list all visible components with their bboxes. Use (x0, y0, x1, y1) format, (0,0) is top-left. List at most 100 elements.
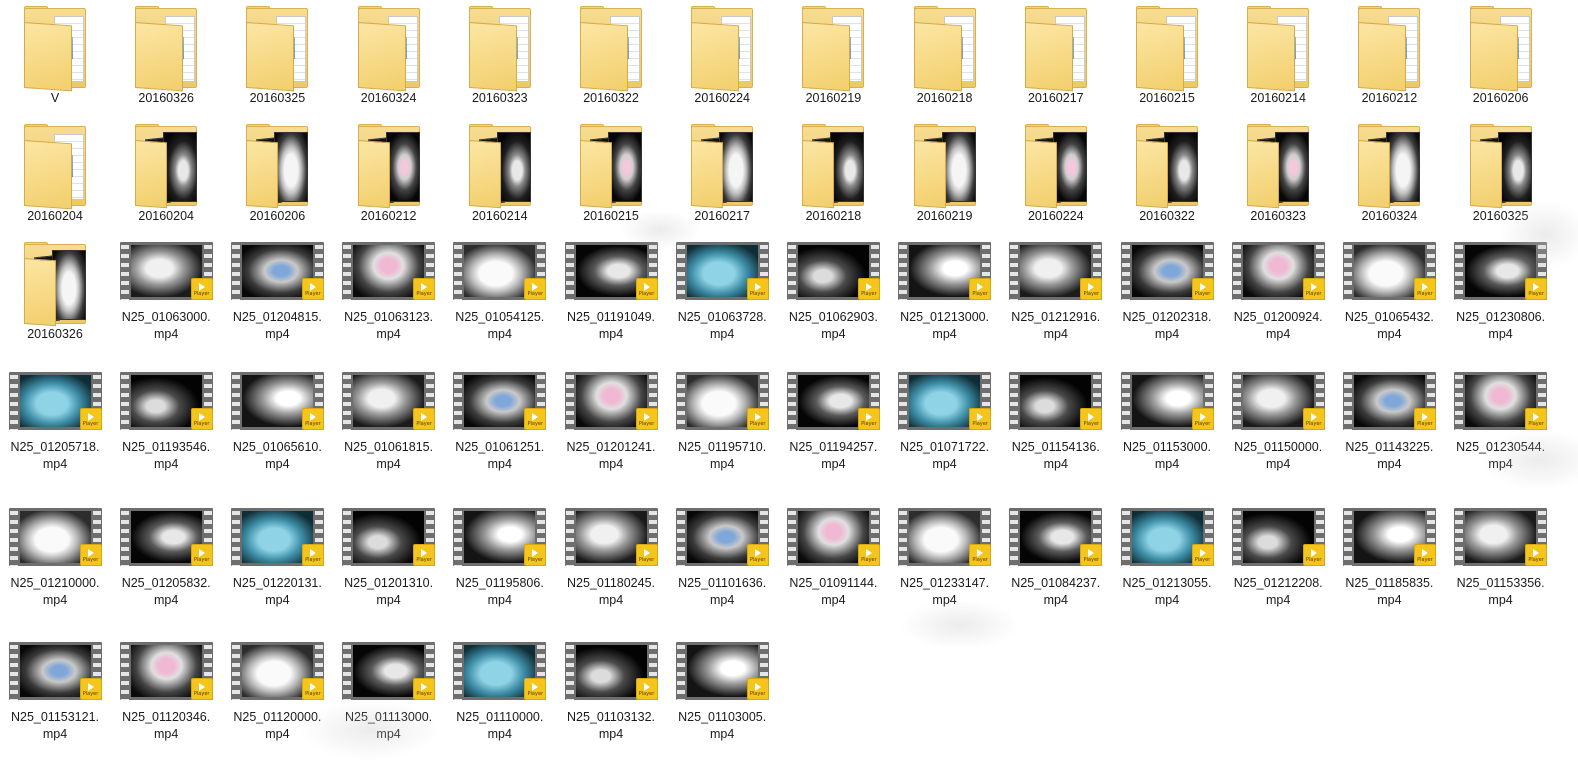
video-file-item[interactable]: Player N25_01233147. mp4 (890, 508, 1000, 609)
folder-item[interactable]: 20160224 (667, 6, 777, 107)
folder-item[interactable]: 20160323 (445, 6, 555, 107)
player-badge-text: Player (305, 690, 321, 697)
video-file-item[interactable]: Player N25_01120000. mp4 (222, 642, 332, 743)
folder-item[interactable]: 20160325 (1446, 124, 1556, 225)
folder-item[interactable]: 20160322 (556, 6, 666, 107)
video-file-item[interactable]: Player N25_01061815. mp4 (334, 372, 444, 473)
video-file-item[interactable]: Player N25_01063123. mp4 (334, 242, 444, 343)
video-file-item[interactable]: Player N25_01204815. mp4 (222, 242, 332, 343)
folder-item[interactable]: 20160218 (778, 124, 888, 225)
folder-item[interactable]: 20160217 (1001, 6, 1111, 107)
video-thumbnail-icon: Player (1009, 372, 1103, 430)
folder-name: 20160219 (916, 209, 973, 223)
video-file-item[interactable]: Player N25_01091144. mp4 (778, 508, 888, 609)
video-file-item[interactable]: Player N25_01062903. mp4 (778, 242, 888, 343)
video-file-item[interactable]: Player N25_01054125. mp4 (445, 242, 555, 343)
video-file-item[interactable]: Player N25_01230806. mp4 (1446, 242, 1556, 343)
video-file-item[interactable]: Player N25_01061251. mp4 (445, 372, 555, 473)
video-file-item[interactable]: Player N25_01065432. mp4 (1334, 242, 1444, 343)
folder-item[interactable]: 20160204 (111, 124, 221, 225)
folder-item[interactable]: 20160206 (1446, 6, 1556, 107)
video-file-item[interactable]: Player N25_01212916. mp4 (1001, 242, 1111, 343)
video-thumbnail-icon: Player (898, 508, 992, 566)
folder-name: 20160322 (583, 91, 639, 105)
video-file-item[interactable]: Player N25_01195710. mp4 (667, 372, 777, 473)
folder-item[interactable]: 20160214 (1223, 6, 1333, 107)
folder-item[interactable]: 20160204 (0, 124, 110, 225)
folder-item[interactable]: 20160224 (1001, 124, 1111, 225)
folder-item[interactable]: 20160206 (222, 124, 332, 225)
video-file-item[interactable]: Player N25_01153356. mp4 (1446, 508, 1556, 609)
video-file-item[interactable]: Player N25_01154136. mp4 (1001, 372, 1111, 473)
folder-item[interactable]: 20160326 (0, 242, 110, 343)
video-file-item[interactable]: Player N25_01210000. mp4 (0, 508, 110, 609)
video-file-extension: mp4 (1266, 327, 1291, 341)
video-file-item[interactable]: Player N25_01205718. mp4 (0, 372, 110, 473)
folder-item[interactable]: 20160218 (890, 6, 1000, 107)
video-file-item[interactable]: Player N25_01103005. mp4 (667, 642, 777, 743)
video-file-name: N25_01061251. (455, 440, 545, 454)
video-file-item[interactable]: Player N25_01201310. mp4 (334, 508, 444, 609)
folder-item[interactable]: 20160322 (1112, 124, 1222, 225)
play-icon (1533, 412, 1540, 421)
player-badge-icon: Player (524, 408, 547, 430)
folder-item[interactable]: 20160214 (445, 124, 555, 225)
folder-item[interactable]: 20160219 (778, 6, 888, 107)
video-file-item[interactable]: Player N25_01110000. mp4 (445, 642, 555, 743)
folder-name: 20160323 (1250, 209, 1306, 223)
folder-item[interactable]: 20160323 (1223, 124, 1333, 225)
video-file-item[interactable]: Player N25_01220131. mp4 (222, 508, 332, 609)
video-file-item[interactable]: Player N25_01103132. mp4 (556, 642, 666, 743)
video-file-item[interactable]: Player N25_01205832. mp4 (111, 508, 221, 609)
folder-item[interactable]: 20160219 (890, 124, 1000, 225)
folder-icon (24, 6, 86, 92)
folder-item[interactable]: 20160215 (1112, 6, 1222, 107)
video-file-item[interactable]: Player N25_01143225. mp4 (1334, 372, 1444, 473)
video-file-extension: mp4 (932, 457, 957, 471)
video-file-item[interactable]: Player N25_01193546. mp4 (111, 372, 221, 473)
folder-item[interactable]: 20160212 (1334, 6, 1444, 107)
player-badge-icon: Player (1525, 278, 1548, 300)
play-icon (87, 412, 94, 421)
video-file-item[interactable]: Player N25_01063728. mp4 (667, 242, 777, 343)
video-file-item[interactable]: Player N25_01084237. mp4 (1001, 508, 1111, 609)
video-file-item[interactable]: Player N25_01202318. mp4 (1112, 242, 1222, 343)
video-file-extension: mp4 (154, 327, 179, 341)
video-thumbnail-icon: Player (898, 242, 992, 300)
player-badge-icon: Player (190, 678, 213, 700)
folder-item[interactable]: 20160215 (556, 124, 666, 225)
video-file-item[interactable]: Player N25_01153000. mp4 (1112, 372, 1222, 473)
video-file-item[interactable]: Player N25_01150000. mp4 (1223, 372, 1333, 473)
folder-icon (691, 6, 754, 92)
player-badge-icon: Player (190, 408, 213, 430)
video-file-item[interactable]: Player N25_01065610. mp4 (222, 372, 332, 473)
folder-item[interactable]: 20160325 (222, 6, 332, 107)
video-file-item[interactable]: Player N25_01201241. mp4 (556, 372, 666, 473)
folder-item[interactable]: V (0, 6, 110, 107)
folder-item[interactable]: 20160217 (667, 124, 777, 225)
video-file-item[interactable]: Player N25_01071722. mp4 (890, 372, 1000, 473)
filmstrip-edge (1010, 372, 1019, 430)
video-file-item[interactable]: Player N25_01120346. mp4 (111, 642, 221, 743)
video-file-item[interactable]: Player N25_01213000. mp4 (890, 242, 1000, 343)
folder-item[interactable]: 20160212 (334, 124, 444, 225)
video-file-item[interactable]: Player N25_01180245. mp4 (556, 508, 666, 609)
video-file-item[interactable]: Player N25_01153121. mp4 (0, 642, 110, 743)
video-file-item[interactable]: Player N25_01113000. mp4 (334, 642, 444, 743)
video-file-name: N25_01065432. (1344, 310, 1434, 324)
video-file-item[interactable]: Player N25_01230544. mp4 (1446, 372, 1556, 473)
video-file-item[interactable]: Player N25_01194257. mp4 (778, 372, 888, 473)
video-file-extension: mp4 (1488, 457, 1513, 471)
folder-item[interactable]: 20160326 (111, 6, 221, 107)
video-file-item[interactable]: Player N25_01195806. mp4 (445, 508, 555, 609)
video-file-item[interactable]: Player N25_01191049. mp4 (556, 242, 666, 343)
video-file-item[interactable]: Player N25_01212208. mp4 (1223, 508, 1333, 609)
video-file-item[interactable]: Player N25_01185835. mp4 (1334, 508, 1444, 609)
video-file-item[interactable]: Player N25_01063000. mp4 (111, 242, 221, 343)
video-file-item[interactable]: Player N25_01213055. mp4 (1112, 508, 1222, 609)
video-file-item[interactable]: Player N25_01101636. mp4 (667, 508, 777, 609)
folder-item[interactable]: 20160324 (1334, 124, 1444, 225)
video-file-item[interactable]: Player N25_01200924. mp4 (1223, 242, 1333, 343)
play-icon (1421, 412, 1428, 421)
folder-item[interactable]: 20160324 (334, 6, 444, 107)
